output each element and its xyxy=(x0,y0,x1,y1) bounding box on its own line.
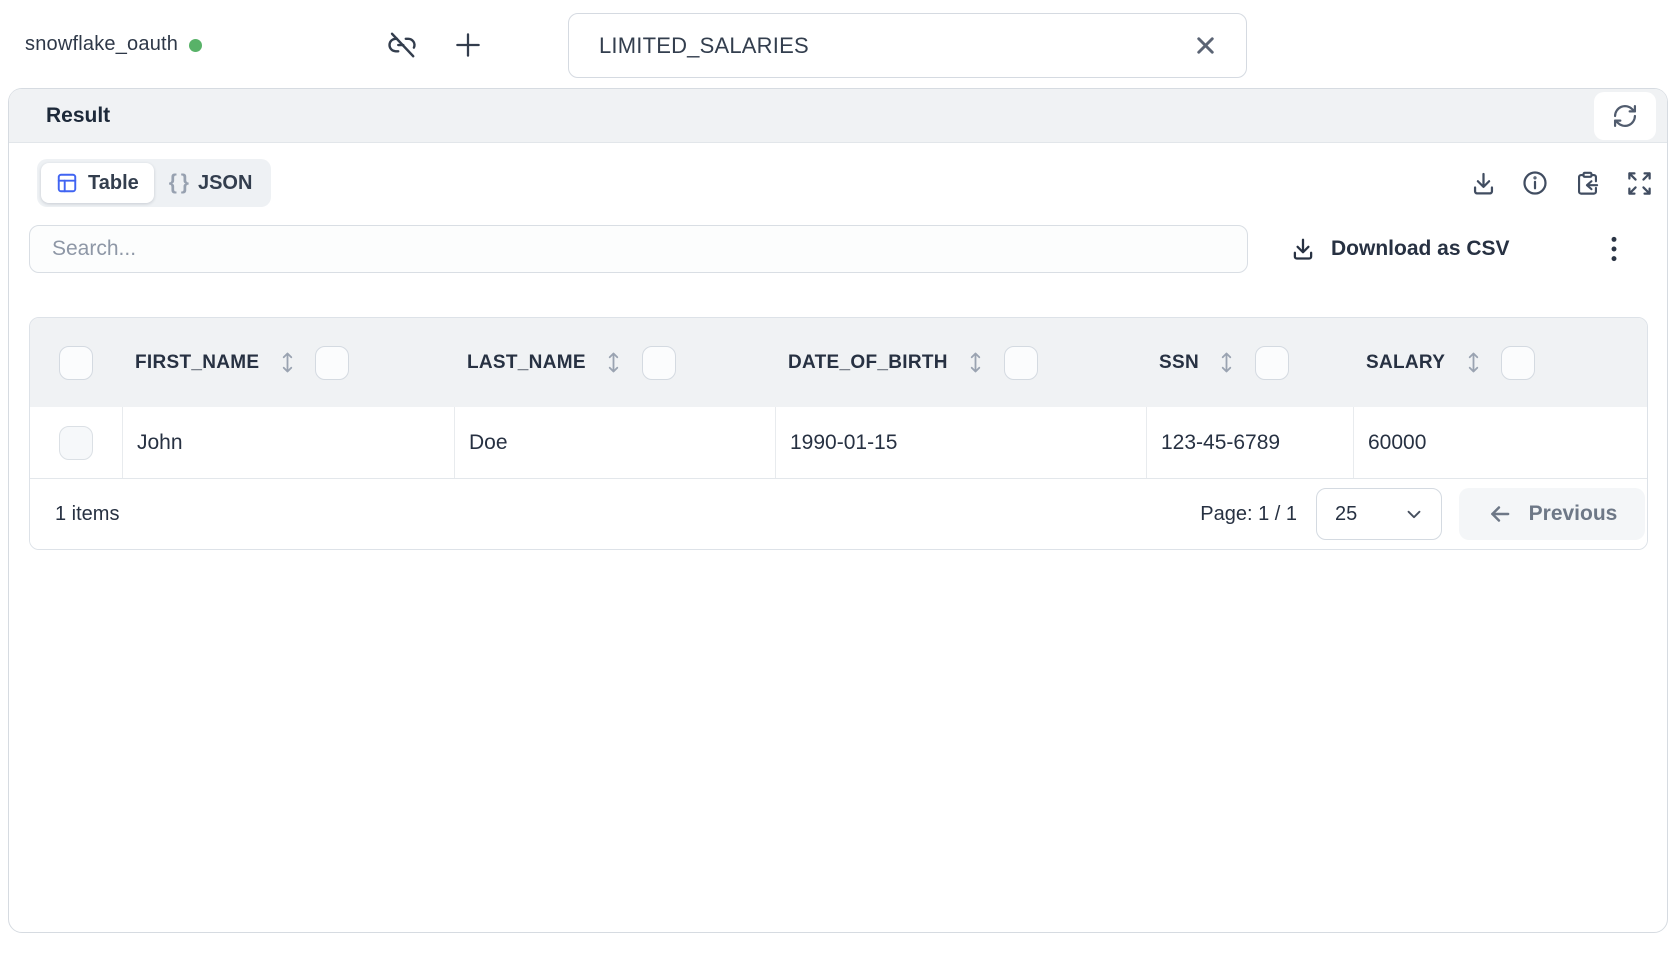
page-size-select[interactable]: 25 xyxy=(1316,488,1442,540)
connection-label: snowflake_oauth xyxy=(25,0,202,88)
sort-button[interactable] xyxy=(1217,349,1237,377)
view-toggle: Table { } JSON xyxy=(37,159,271,207)
column-label: DATE_OF_BIRTH xyxy=(788,352,948,374)
result-toolbar xyxy=(1468,168,1654,198)
tab-json-view[interactable]: { } JSON xyxy=(154,163,268,203)
column-label: LAST_NAME xyxy=(467,352,586,374)
column-label: FIRST_NAME xyxy=(135,352,259,374)
connection-status-dot xyxy=(189,39,202,52)
download-csv-label: Download as CSV xyxy=(1331,237,1510,261)
column-checkbox[interactable] xyxy=(1255,346,1289,380)
table-header-cell: LAST_NAME xyxy=(454,346,775,380)
row-select-cell xyxy=(30,407,122,478)
sort-arrows-icon xyxy=(966,349,985,376)
table-footer: 1 items Page: 1 / 1 25 xyxy=(30,478,1647,549)
table-cell: Doe xyxy=(454,407,775,478)
table-header-cell: FIRST_NAME xyxy=(122,346,454,380)
close-tab-button[interactable] xyxy=(1190,31,1220,61)
table-cell: 123-45-6789 xyxy=(1146,407,1353,478)
top-bar: snowflake_oauth LIMITED_SALARIES xyxy=(0,0,1680,88)
table-cell: 60000 xyxy=(1353,407,1647,478)
arrow-left-icon xyxy=(1487,501,1513,527)
pagination-controls: Page: 1 / 1 25 xyxy=(1200,488,1645,540)
table-header-cell: SALARY xyxy=(1353,346,1647,380)
column-checkbox[interactable] xyxy=(642,346,676,380)
cell-value: Doe xyxy=(469,431,508,455)
cell-value: 60000 xyxy=(1368,431,1426,455)
clipboard-paste-icon xyxy=(1574,170,1601,197)
tab-table-label: Table xyxy=(88,172,139,195)
query-tab-title: LIMITED_SALARIES xyxy=(599,33,809,59)
table-cell: 1990-01-15 xyxy=(775,407,1146,478)
expand-button[interactable] xyxy=(1624,168,1654,198)
items-count-label: 1 items xyxy=(55,503,119,526)
column-label: SALARY xyxy=(1366,352,1445,374)
table-header-cell-select xyxy=(30,318,122,407)
view-toggle-row: Table { } JSON xyxy=(37,159,1654,207)
previous-label: Previous xyxy=(1529,502,1618,526)
sort-arrows-icon xyxy=(278,349,297,376)
table-row: John Doe 1990-01-15 123-45-6789 60000 xyxy=(30,407,1647,478)
result-header: Result xyxy=(9,89,1667,143)
sort-arrows-icon xyxy=(1217,349,1236,376)
sort-button[interactable] xyxy=(277,349,297,377)
result-table: FIRST_NAME LAST_NAME xyxy=(29,317,1648,550)
info-button[interactable] xyxy=(1520,168,1550,198)
chevron-down-icon xyxy=(1403,503,1425,525)
kebab-vertical-icon xyxy=(1601,234,1627,264)
add-tab-button[interactable] xyxy=(451,28,485,62)
connection-name: snowflake_oauth xyxy=(25,33,178,56)
download-icon xyxy=(1290,236,1316,262)
plus-icon xyxy=(452,29,484,61)
sort-button[interactable] xyxy=(604,349,624,377)
column-checkbox[interactable] xyxy=(1501,346,1535,380)
column-label: SSN xyxy=(1159,352,1199,374)
cell-value: 123-45-6789 xyxy=(1161,431,1280,455)
table-header-row: FIRST_NAME LAST_NAME xyxy=(30,318,1647,407)
download-result-button[interactable] xyxy=(1468,168,1498,198)
disconnect-button[interactable] xyxy=(385,29,419,61)
column-checkbox[interactable] xyxy=(1004,346,1038,380)
cell-value: John xyxy=(137,431,183,455)
result-panel: Result xyxy=(8,88,1668,933)
sort-button[interactable] xyxy=(966,349,986,377)
search-input[interactable] xyxy=(29,225,1248,273)
column-checkbox[interactable] xyxy=(315,346,349,380)
sort-arrows-icon xyxy=(604,349,623,376)
tab-json-label: JSON xyxy=(198,172,252,195)
sort-arrows-icon xyxy=(1464,349,1483,376)
result-content: Table { } JSON xyxy=(9,159,1667,550)
table-menu-button[interactable] xyxy=(1600,232,1628,266)
row-checkbox[interactable] xyxy=(59,426,93,460)
curly-braces-icon: { } xyxy=(169,171,188,195)
table-grid-icon xyxy=(56,172,78,194)
sort-button[interactable] xyxy=(1463,349,1483,377)
expand-icon xyxy=(1626,170,1653,197)
cell-value: 1990-01-15 xyxy=(790,431,897,455)
table-cell: John xyxy=(122,407,454,478)
unlink-icon xyxy=(387,30,417,60)
page-size-value: 25 xyxy=(1335,503,1357,526)
close-icon xyxy=(1192,32,1219,59)
previous-page-button[interactable]: Previous xyxy=(1459,488,1645,540)
refresh-button[interactable] xyxy=(1594,92,1656,140)
download-csv-button[interactable]: Download as CSV xyxy=(1290,236,1510,262)
download-icon xyxy=(1470,170,1497,197)
table-header-cell: SSN xyxy=(1146,346,1353,380)
table-header-cell: DATE_OF_BIRTH xyxy=(775,346,1146,380)
result-title: Result xyxy=(46,104,110,128)
info-icon xyxy=(1521,169,1549,197)
refresh-icon xyxy=(1611,102,1639,130)
table-actions-row: Download as CSV xyxy=(29,225,1654,273)
copy-to-clipboard-button[interactable] xyxy=(1572,168,1602,198)
tab-table-view[interactable]: Table xyxy=(41,163,154,203)
select-all-checkbox[interactable] xyxy=(59,346,93,380)
page-indicator: Page: 1 / 1 xyxy=(1200,503,1297,526)
query-tab[interactable]: LIMITED_SALARIES xyxy=(568,13,1247,78)
